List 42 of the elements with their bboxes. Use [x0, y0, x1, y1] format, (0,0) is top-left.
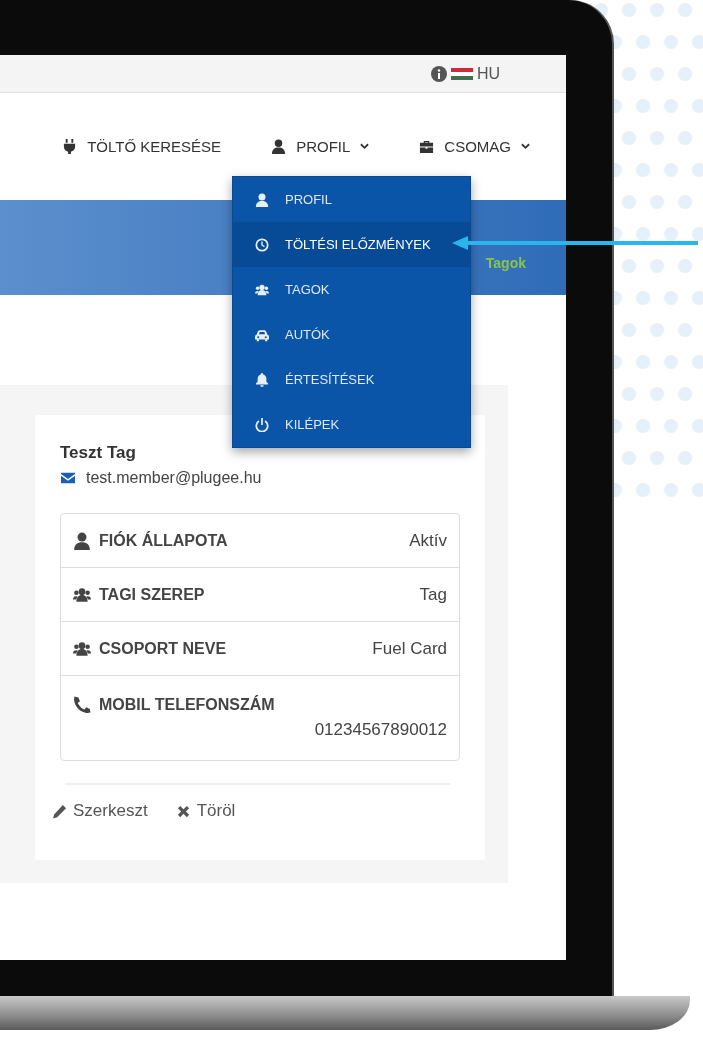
detail-label: MOBIL TELEFONSZÁM [99, 696, 275, 714]
caret-icon [360, 143, 370, 150]
users-icon [73, 585, 91, 604]
phone-icon [73, 696, 91, 714]
close-icon [175, 803, 191, 819]
nav-item[interactable]: PROFIL [271, 134, 370, 159]
action-button[interactable]: Töröl [175, 801, 236, 821]
flag-icon[interactable] [450, 67, 473, 80]
bell-icon [255, 372, 269, 387]
envelope-icon [60, 471, 76, 485]
detail-value: Tag [419, 584, 447, 605]
menu-item[interactable]: KILÉPEK [233, 402, 470, 447]
pencil-icon [52, 803, 67, 819]
info-icon[interactable] [430, 65, 447, 82]
users-icon [73, 639, 91, 658]
user-icon [255, 192, 269, 207]
menu-item[interactable]: TÖLTÉSI ELŐZMÉNYEK [233, 222, 470, 267]
language-label[interactable]: HU [476, 64, 500, 83]
nav-item[interactable]: TÖLTŐ KERESÉSE [62, 134, 222, 159]
detail-value: Fuel Card [372, 638, 447, 659]
action-button[interactable]: Szerkeszt [52, 801, 148, 821]
briefcase-icon [419, 139, 435, 154]
menu-item[interactable]: PROFIL [233, 177, 470, 222]
user-icon [73, 531, 91, 550]
plug-icon [62, 139, 78, 154]
users-icon [255, 282, 269, 297]
user-icon [271, 139, 287, 154]
caret-icon [521, 143, 530, 150]
menu-item[interactable]: ÉRTESÍTÉSEK [233, 357, 470, 402]
power-icon [255, 417, 269, 432]
clock-icon [255, 237, 269, 252]
member-name: Teszt Tag [60, 443, 137, 463]
menu-item[interactable]: AUTÓK [233, 312, 470, 357]
detail-label: CSOPORT NEVE [99, 639, 227, 658]
detail-value: Aktív [409, 530, 447, 551]
member-email: test.member@plugee.hu [86, 469, 262, 487]
detail-value: 01234567890012 [313, 720, 447, 740]
detail-label: FIÓK ÁLLAPOTA [99, 531, 228, 550]
menu-item[interactable]: TAGOK [233, 267, 470, 312]
car-icon [255, 327, 269, 342]
detail-label: TAGI SZEREP [99, 585, 205, 604]
nav-item[interactable]: CSOMAG [419, 134, 530, 159]
